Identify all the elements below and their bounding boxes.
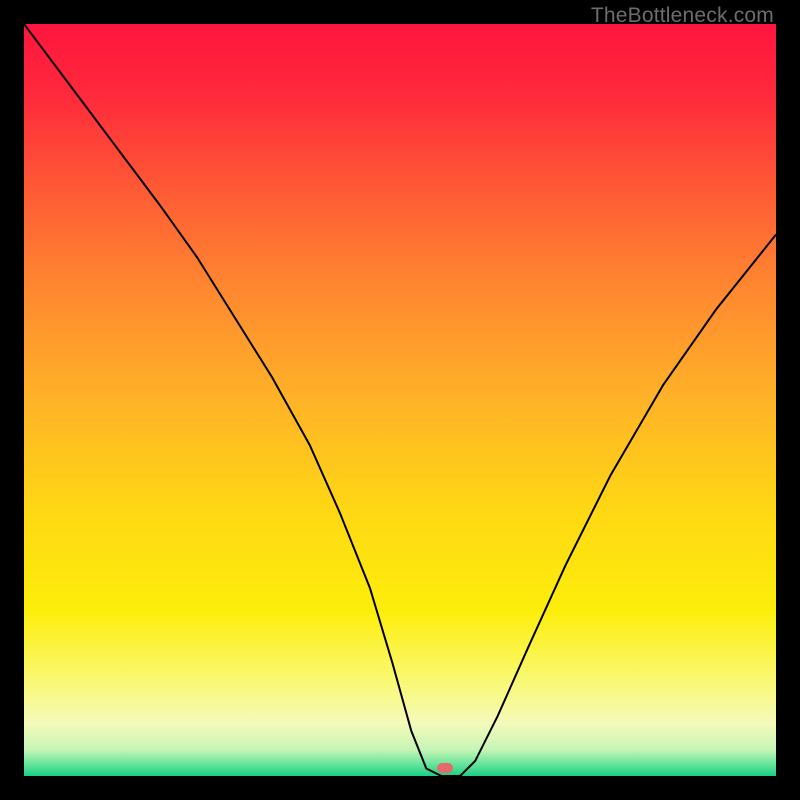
watermark-text: TheBottleneck.com — [591, 4, 774, 28]
bottleneck-curve — [24, 24, 776, 776]
plot-area — [24, 24, 776, 776]
chart-stage: TheBottleneck.com — [0, 0, 800, 800]
optimum-marker — [437, 763, 453, 773]
